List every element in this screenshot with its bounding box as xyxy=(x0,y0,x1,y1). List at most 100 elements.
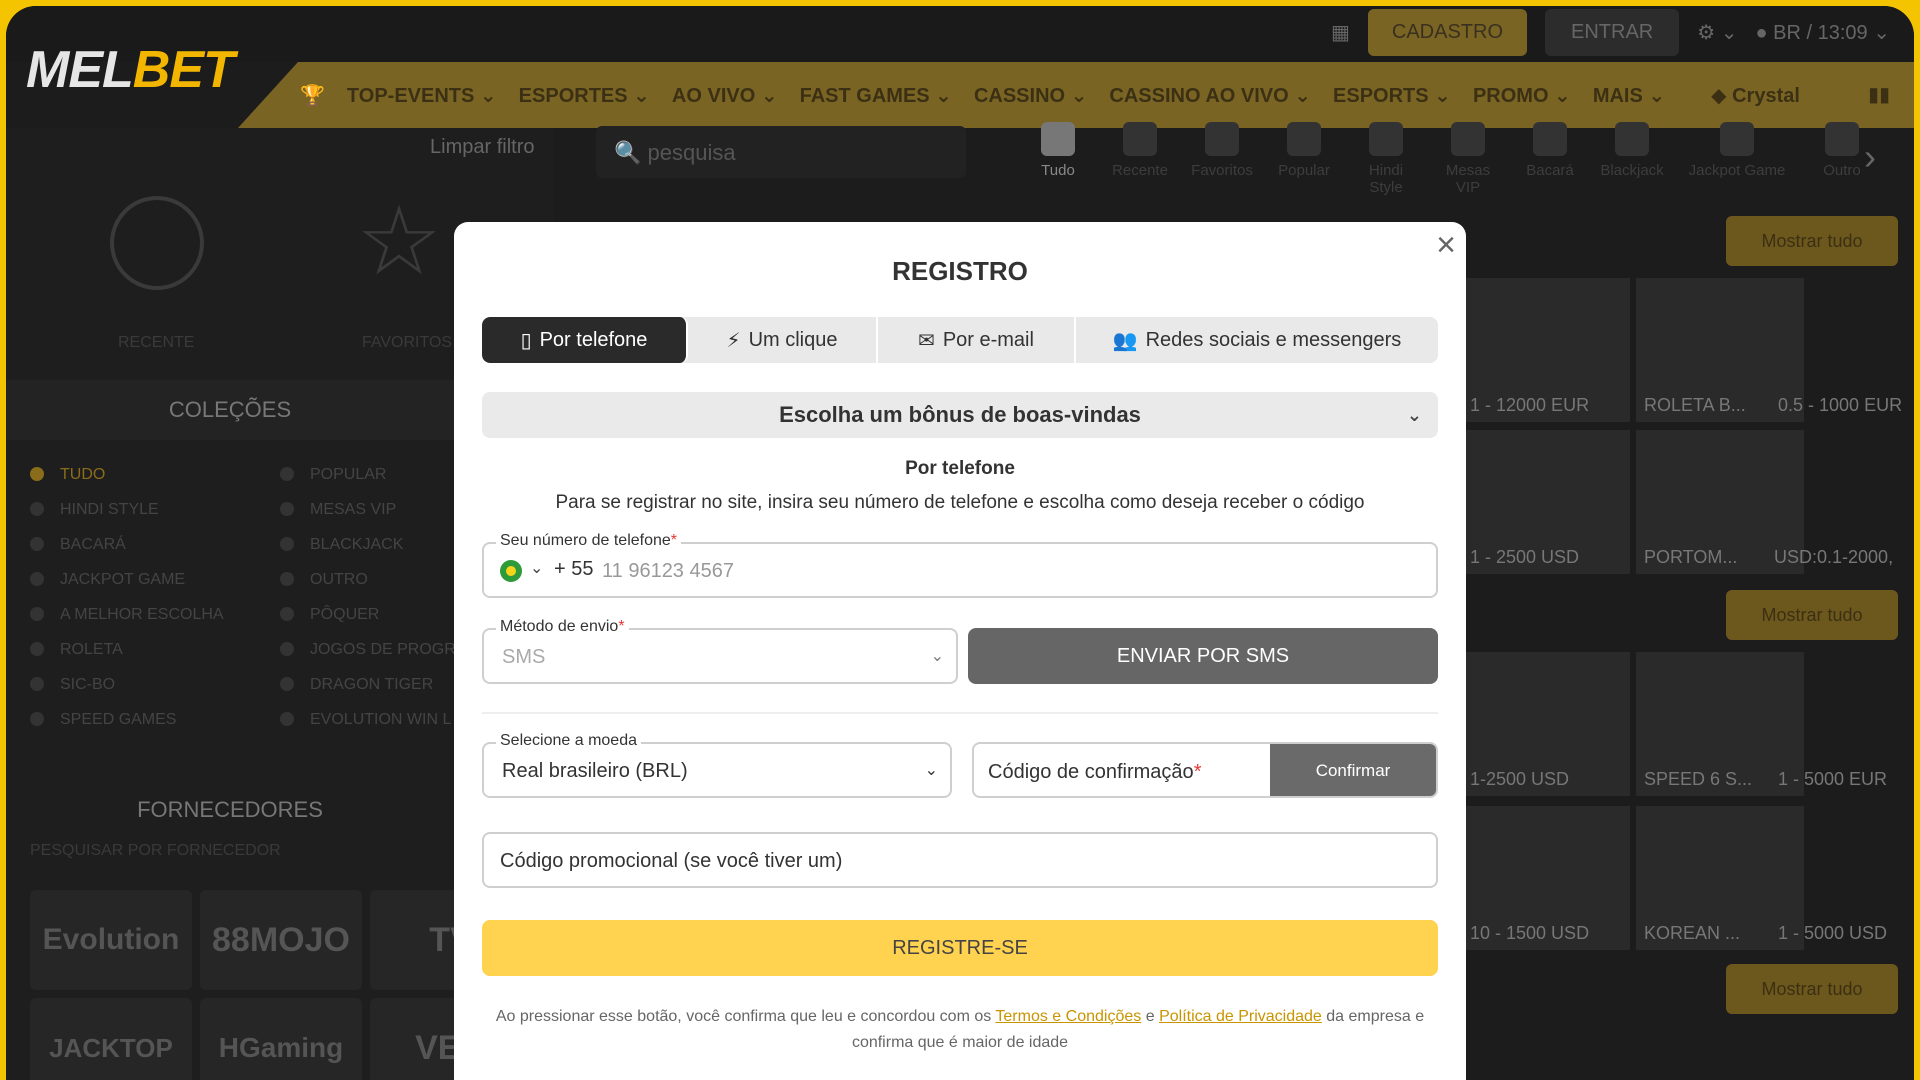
recent-icon xyxy=(1123,122,1157,156)
layers-icon xyxy=(1825,122,1859,156)
collection-item[interactable]: HINDI STYLE xyxy=(30,501,270,519)
confirmar-button[interactable]: Confirmar xyxy=(1270,744,1436,796)
game-card[interactable]: 1 - 12000 EUR xyxy=(1462,278,1630,422)
registration-tabs: ▯ Por telefone ⚡ Um clique ✉ Por e-mail 👥 Re… xyxy=(482,317,1438,363)
tab-por-email[interactable]: ✉ Por e-mail xyxy=(878,317,1076,363)
category-favoritos[interactable]: Favoritos xyxy=(1190,122,1254,196)
phone-icon: ▯ xyxy=(520,329,532,352)
nav-item-cassino-ao-vivo[interactable]: CASSINO AO VIVO ⌄ xyxy=(1109,83,1311,108)
fire-icon xyxy=(1287,122,1321,156)
category-strip: Tudo Recente Favoritos Popular Hindi Sty… xyxy=(1026,122,1874,196)
blackjack-icon xyxy=(1615,122,1649,156)
provider-tile[interactable]: HGaming xyxy=(200,998,362,1080)
melbet-logo[interactable]: MELBET xyxy=(26,40,235,100)
game-card[interactable]: 1-2500 USD xyxy=(1462,652,1630,796)
chevron-down-icon[interactable]: ⌄ xyxy=(530,558,543,578)
category-popular[interactable]: Popular xyxy=(1272,122,1336,196)
tab-redes-sociais[interactable]: 👥 Redes sociais e messengers xyxy=(1076,317,1438,363)
collection-item[interactable]: A MELHOR ESCOLHA xyxy=(30,606,270,624)
phone-country-code: + 55 xyxy=(554,558,594,580)
game-card[interactable]: USD:0.1-2000, xyxy=(1766,430,1914,574)
category-bacara[interactable]: Bacará xyxy=(1518,122,1582,196)
promo-ticket-icon[interactable]: ▦ xyxy=(1331,20,1350,45)
nav-item-crystal[interactable]: ◆ Crystal xyxy=(1711,83,1800,108)
nav-item-esportes[interactable]: ESPORTES ⌄ xyxy=(519,83,650,108)
nav-item-cassino[interactable]: CASSINO ⌄ xyxy=(974,83,1087,108)
mostrar-tudo-button[interactable]: Mostrar tudo xyxy=(1726,216,1898,266)
category-tudo[interactable]: Tudo xyxy=(1026,122,1090,196)
collection-item[interactable]: TUDO xyxy=(30,466,270,484)
logo-text-right: BET xyxy=(132,41,235,99)
category-mesas-vip[interactable]: Mesas VIP xyxy=(1436,122,1500,196)
mostrar-tudo-button[interactable]: Mostrar tudo xyxy=(1726,964,1898,1014)
lotus-icon xyxy=(1369,122,1403,156)
cards-icon xyxy=(1533,122,1567,156)
provider-tile[interactable]: 88MOJO xyxy=(200,890,362,990)
section-title: Por telefone xyxy=(905,458,1015,479)
nav-items: 🏆 TOP-EVENTS ⌄ ESPORTES ⌄ AO VIVO ⌄ FAST… xyxy=(300,62,1800,128)
limpar-filtro-link[interactable]: Limpar filtro xyxy=(430,136,534,159)
metodo-envio-select[interactable]: Método de envio* SMS ⌄ xyxy=(482,618,958,684)
phone-input[interactable] xyxy=(602,556,1402,586)
locale-selector[interactable]: ● BR / 13:09 ⌄ xyxy=(1756,20,1891,45)
collection-item[interactable]: SIC-BO xyxy=(30,676,270,694)
promo-code-field[interactable]: Código promocional (se você tiver um) xyxy=(482,832,1438,888)
moeda-select[interactable]: Selecione a moeda Real brasileiro (BRL) … xyxy=(482,732,952,798)
enviar-sms-button[interactable]: ENVIAR POR SMS xyxy=(968,628,1438,684)
tab-um-clique[interactable]: ⚡ Um clique xyxy=(688,317,878,363)
game-search-input[interactable]: 🔍 pesquisa xyxy=(596,126,966,178)
moeda-label: Selecione a moeda xyxy=(496,732,641,750)
provider-tile[interactable]: JACKTOP xyxy=(30,998,192,1080)
game-card[interactable]: 0.5 - 1000 EUR xyxy=(1770,278,1914,422)
category-jackpot[interactable]: Jackpot Game xyxy=(1682,122,1792,196)
category-blackjack[interactable]: Blackjack xyxy=(1600,122,1664,196)
moeda-value: Real brasileiro (BRL) xyxy=(502,760,688,782)
category-hindi-style[interactable]: Hindi Style xyxy=(1354,122,1418,196)
users-icon: 👥 xyxy=(1112,329,1138,352)
vip-icon xyxy=(1451,122,1485,156)
search-icon: 🔍 xyxy=(614,140,642,165)
gear-icon[interactable]: ⚙ ⌄ xyxy=(1697,20,1737,45)
game-card[interactable]: 1 - 5000 EUR xyxy=(1770,652,1914,796)
nav-item-mais[interactable]: MAIS ⌄ xyxy=(1593,83,1665,108)
metodo-label: Método de envio* xyxy=(496,618,629,636)
game-card[interactable]: 1 - 2500 USD xyxy=(1462,430,1630,574)
registration-modal: × REGISTRO ▯ Por telefone ⚡ Um clique ✉ Por… xyxy=(454,222,1466,1080)
game-card[interactable]: 10 - 1500 USD xyxy=(1462,806,1630,950)
money-bag-icon xyxy=(1720,122,1754,156)
search-placeholder: pesquisa xyxy=(647,140,736,165)
flag-icon: ● xyxy=(1755,21,1768,44)
privacidade-link[interactable]: Política de Privacidade xyxy=(1159,1008,1322,1025)
termos-link[interactable]: Termos e Condições xyxy=(995,1008,1141,1025)
tab-por-telefone[interactable]: ▯ Por telefone xyxy=(482,317,688,363)
diamond-icon: ◆ xyxy=(1711,84,1727,107)
game-card[interactable]: 1 - 5000 USD xyxy=(1770,806,1914,950)
collection-item[interactable]: ROLETA xyxy=(30,641,270,659)
chevron-down-icon: ⌄ xyxy=(1406,405,1422,425)
collection-item[interactable]: SPEED GAMES xyxy=(30,711,270,729)
nav-item-fast-games[interactable]: FAST GAMES ⌄ xyxy=(800,83,952,108)
registre-se-button[interactable]: REGISTRE-SE xyxy=(482,920,1438,976)
confirmation-code-input[interactable]: Código de confirmação* xyxy=(988,761,1201,784)
bonus-selector[interactable]: Escolha um bônus de boas-vindas ⌄ xyxy=(482,392,1438,438)
nav-item-ao-vivo[interactable]: AO VIVO ⌄ xyxy=(672,83,778,108)
mostrar-tudo-button[interactable]: Mostrar tudo xyxy=(1726,590,1898,640)
nav-item-top-events[interactable]: TOP-EVENTS ⌄ xyxy=(347,83,497,108)
chevron-right-icon[interactable]: › xyxy=(1864,136,1876,178)
cadastro-button[interactable]: CADASTRO xyxy=(1367,8,1528,56)
book-icon[interactable]: ▮▮ xyxy=(1868,82,1890,107)
brazil-flag-icon[interactable] xyxy=(500,560,522,582)
provider-search-input[interactable]: PESQUISAR POR FORNECEDOR xyxy=(30,842,281,860)
collection-item[interactable]: JACKPOT GAME xyxy=(30,571,270,589)
nav-item-promo[interactable]: PROMO ⌄ xyxy=(1473,83,1571,108)
nav-item-esports[interactable]: ESPORTS ⌄ xyxy=(1333,83,1451,108)
collection-item[interactable]: BACARÁ xyxy=(30,536,270,554)
promo-code-input[interactable]: Código promocional (se você tiver um) xyxy=(500,850,842,873)
provider-tile[interactable]: Evolution xyxy=(30,890,192,990)
favorites-star-icon[interactable]: ☆ xyxy=(356,194,442,290)
chevron-down-icon: ⌄ xyxy=(930,648,944,665)
category-recente[interactable]: Recente xyxy=(1108,122,1172,196)
main-nav: 🏆 TOP-EVENTS ⌄ ESPORTES ⌄ AO VIVO ⌄ FAST… xyxy=(238,62,1914,128)
entrar-button[interactable]: ENTRAR xyxy=(1545,8,1680,56)
recent-clock-icon[interactable] xyxy=(110,196,204,290)
